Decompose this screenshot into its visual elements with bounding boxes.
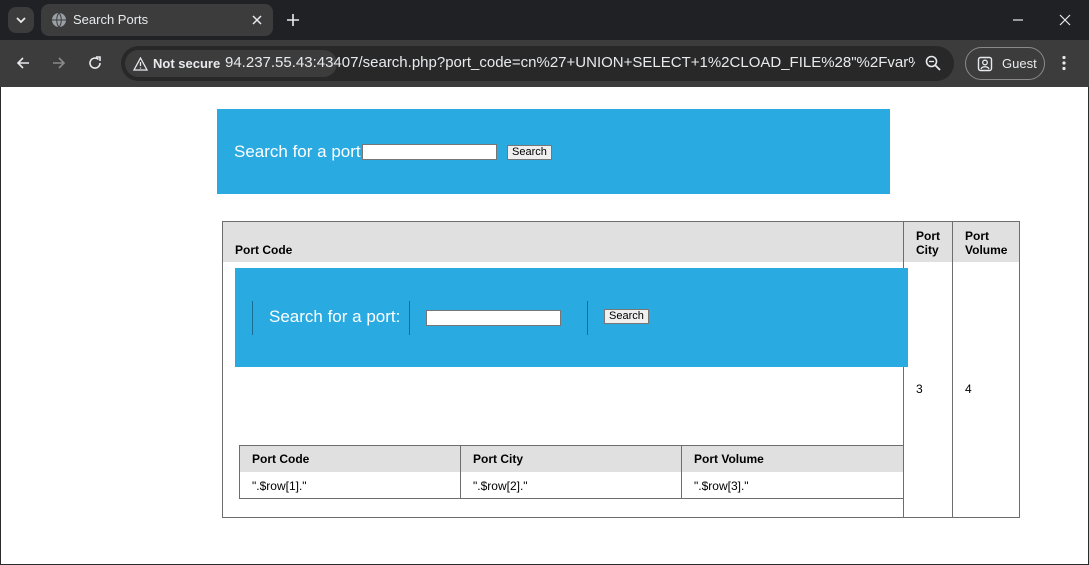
profile-icon [977, 56, 993, 71]
globe-icon [52, 12, 66, 28]
column-divider [952, 222, 953, 517]
injected-search-input[interactable] [426, 310, 561, 326]
injected-cell-port-city: ".$row[2]." [473, 479, 528, 493]
reload-icon[interactable] [83, 51, 107, 75]
search-banner: Search for a port: Search [217, 109, 890, 194]
url-text[interactable]: 94.237.55.43:43407/search.php?port_code=… [225, 54, 915, 71]
injected-search-banner: Search for a port: Search [235, 268, 908, 367]
header-port-volume-line1: Port [965, 229, 989, 243]
header-port-volume-line2: Volume [965, 243, 1008, 257]
profile-button[interactable]: Guest [965, 47, 1045, 80]
tab-search-button[interactable] [8, 7, 34, 33]
more-menu-icon[interactable] [1054, 53, 1074, 73]
injected-header-port-city: Port City [473, 452, 524, 466]
cell-port-city: 3 [916, 382, 923, 396]
column-divider [681, 446, 682, 498]
injected-results-table: Port Code Port City Port Volume ".$row[1… [239, 445, 904, 499]
column-divider [460, 446, 461, 498]
search-label: Search for a port: [234, 142, 366, 161]
browser-titlebar: Search Ports [0, 0, 1089, 40]
close-window-icon[interactable] [1042, 0, 1088, 40]
tab-title: Search Ports [73, 12, 149, 27]
injected-cell-port-volume: ".$row[3]." [694, 479, 749, 493]
header-port-code: Port Code [235, 243, 293, 257]
cell-divider [409, 301, 410, 335]
cell-port-volume: 4 [965, 382, 972, 396]
security-label: Not secure [153, 56, 221, 71]
close-tab-icon[interactable] [249, 12, 265, 28]
new-tab-icon[interactable] [283, 10, 303, 30]
address-bar[interactable]: Not secure 94.237.55.43:43407/search.php… [121, 46, 954, 81]
zoom-icon[interactable] [924, 54, 942, 72]
search-input[interactable] [362, 144, 497, 160]
profile-label: Guest [1002, 56, 1037, 71]
cell-divider [587, 301, 588, 335]
results-header-row [223, 222, 1019, 262]
header-port-city-line2: City [916, 243, 939, 257]
header-port-city-line1: Port [916, 229, 940, 243]
chevron-down-icon [16, 17, 26, 24]
results-table: Port Code Port City Port Volume Search f… [222, 221, 1020, 518]
browser-toolbar: Not secure 94.237.55.43:43407/search.php… [0, 40, 1089, 87]
warning-icon [133, 56, 148, 71]
back-arrow-icon[interactable] [11, 51, 35, 75]
injected-header-row [240, 446, 903, 472]
injected-header-port-code: Port Code [252, 452, 310, 466]
maximize-button[interactable] [996, 0, 1042, 40]
injected-search-button[interactable]: Search [604, 309, 649, 324]
search-button[interactable]: Search [507, 145, 552, 160]
page-viewport: Search for a port: Search Port Code Port… [0, 87, 1089, 565]
forward-arrow-icon[interactable] [47, 51, 71, 75]
injected-search-label: Search for a port: [269, 307, 401, 326]
injected-cell-port-code: ".$row[1]." [252, 479, 307, 493]
cell-divider [252, 301, 253, 335]
injected-header-port-volume: Port Volume [694, 452, 764, 466]
browser-tab[interactable]: Search Ports [41, 4, 273, 36]
